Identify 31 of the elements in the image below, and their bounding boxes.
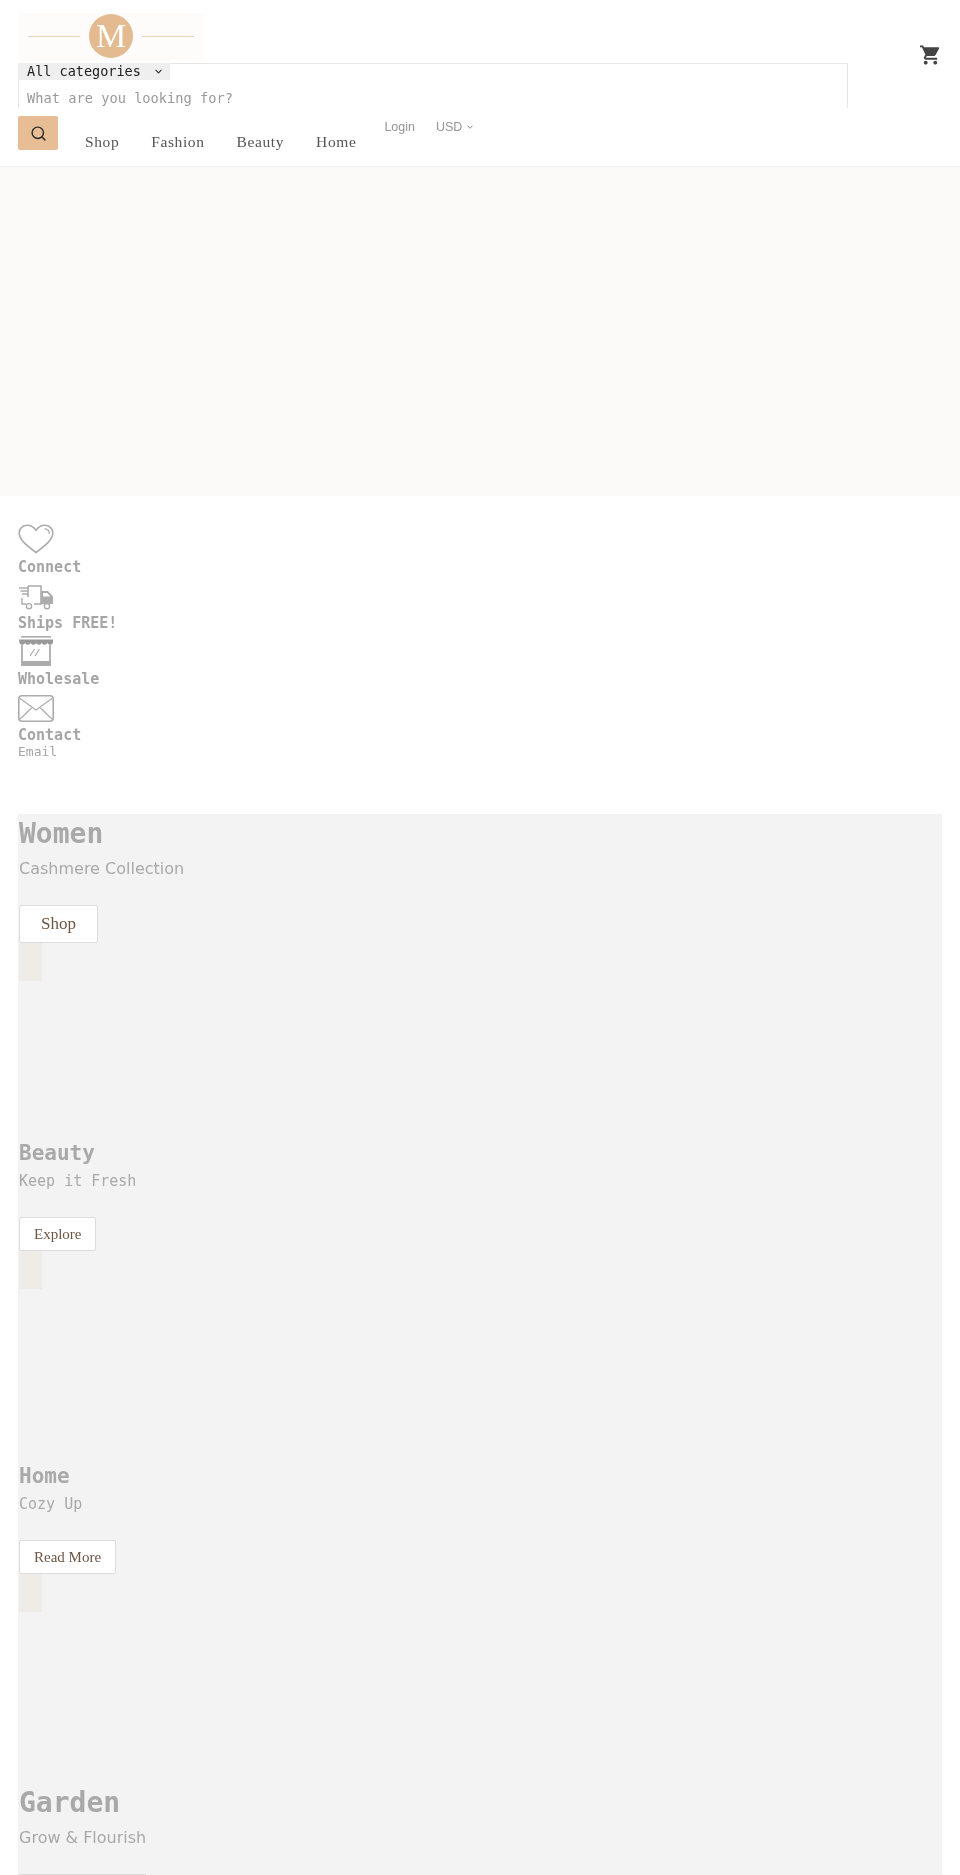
search-icon bbox=[29, 124, 47, 142]
collection-subtitle: Cashmere Collection bbox=[19, 859, 185, 879]
truck-icon bbox=[18, 585, 54, 610]
nav-link[interactable]: Shop bbox=[85, 132, 120, 152]
collection-title: Garden bbox=[19, 1785, 121, 1821]
collection-subtitle: Cozy Up bbox=[19, 1495, 83, 1513]
envelope-icon bbox=[18, 695, 54, 722]
collection-subtitle: Grow & Flourish bbox=[19, 1828, 147, 1848]
category-select[interactable]: All categories bbox=[18, 63, 170, 80]
chevron-down-icon bbox=[467, 125, 474, 129]
collection-title: Women bbox=[19, 816, 104, 852]
feature-label: Wholesale bbox=[18, 670, 100, 688]
collection-button[interactable]: Explore bbox=[19, 1217, 97, 1251]
collection-title: Home bbox=[19, 1463, 70, 1490]
collection-subtitle: Keep it Fresh bbox=[19, 1172, 137, 1190]
search-input[interactable]: What are you looking for? bbox=[19, 88, 319, 108]
heart-icon bbox=[18, 524, 54, 554]
collection-button[interactable]: Shop bbox=[19, 905, 98, 943]
nav-link[interactable]: Home bbox=[316, 132, 357, 152]
cart-icon[interactable] bbox=[920, 45, 941, 65]
search-button[interactable] bbox=[18, 116, 58, 150]
feature-label: Connect bbox=[18, 558, 82, 576]
feature-detail: Email bbox=[18, 744, 58, 760]
feature-label: Ships FREE! bbox=[18, 614, 118, 632]
collection-button[interactable]: Read More bbox=[19, 1540, 117, 1574]
nav-link[interactable]: Beauty bbox=[236, 132, 285, 152]
storefront-icon bbox=[18, 636, 54, 666]
feature-label: Contact bbox=[18, 726, 82, 744]
chevron-down-icon bbox=[155, 69, 162, 74]
collection-title: Beauty bbox=[19, 1140, 95, 1167]
nav-link[interactable]: Fashion bbox=[151, 132, 205, 152]
